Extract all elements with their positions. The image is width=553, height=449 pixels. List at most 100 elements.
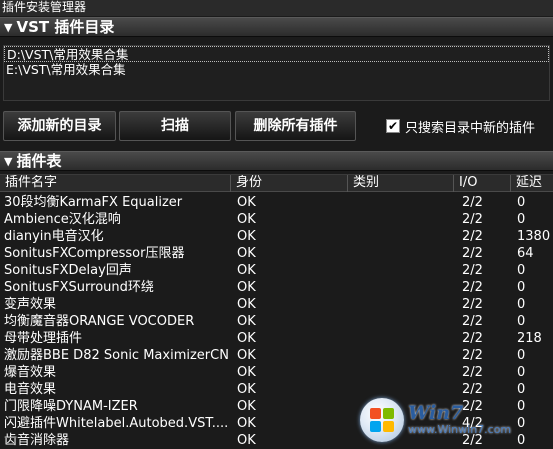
cell-plugin-name: 门限降噪DYNAM-IZER	[4, 399, 138, 414]
cell-plugin-name: SonitusFXCompressor压限器	[4, 246, 185, 261]
table-row[interactable]: 激励器BBE D82 Sonic MaximizerCN OK 2/2 0	[0, 347, 553, 364]
collapse-triangle-icon[interactable]: ▼	[4, 155, 12, 168]
cell-latency: 1380	[517, 229, 551, 244]
table-row[interactable]: dianyin电音汉化 OK 2/2 1380	[0, 228, 553, 245]
cell-status: OK	[237, 416, 256, 431]
column-header-category[interactable]: 类别	[348, 175, 454, 192]
cell-plugin-name: Ambience汉化混响	[4, 212, 121, 227]
cell-io: 2/2	[462, 280, 483, 295]
column-header-latency[interactable]: 延迟	[511, 175, 553, 192]
cell-plugin-name: 变声效果	[4, 297, 57, 312]
cell-category	[348, 330, 454, 347]
cell-category	[348, 279, 454, 296]
cell-latency: 218	[517, 331, 542, 346]
cell-io: 2/2	[462, 314, 483, 329]
cell-latency: 0	[517, 212, 526, 227]
add-directory-button[interactable]: 添加新的目录	[3, 111, 116, 141]
plugin-table-title: 插件表	[16, 152, 62, 170]
vst-directory-section-header[interactable]: ▼ VST 插件目录	[0, 17, 553, 37]
site-watermark: Win7 www.Winwin7.com	[360, 393, 550, 447]
vst-directory-list[interactable]: D:\VST\常用效果合集 E:\VST\常用效果合集	[3, 45, 550, 101]
cell-plugin-name: 爆音效果	[4, 365, 57, 380]
cell-category	[348, 228, 454, 245]
plugin-table-section-header[interactable]: ▼ 插件表	[0, 151, 553, 171]
column-header-name[interactable]: 插件名字	[0, 175, 231, 192]
cell-category	[348, 211, 454, 228]
cell-status: OK	[237, 263, 256, 278]
cell-status: OK	[237, 348, 256, 363]
scan-button[interactable]: 扫描	[119, 111, 231, 141]
cell-category	[348, 313, 454, 330]
cell-plugin-name: 激励器BBE D82 Sonic MaximizerCN	[4, 348, 229, 363]
cell-category	[348, 245, 454, 262]
cell-plugin-name: 均衡魔音器ORANGE VOCODER	[4, 314, 195, 329]
cell-io: 2/2	[462, 365, 483, 380]
cell-plugin-name: dianyin电音汉化	[4, 229, 104, 244]
cell-plugin-name: SonitusFXSurround环绕	[4, 280, 154, 295]
cell-latency: 0	[517, 263, 526, 278]
new-plugins-only-option[interactable]: ✔ 只搜索目录中新的插件	[386, 117, 536, 136]
cell-status: OK	[237, 314, 256, 329]
vst-section-title: VST 插件目录	[16, 18, 115, 36]
column-header-io[interactable]: I/O	[454, 175, 511, 192]
cell-latency: 0	[517, 314, 526, 329]
table-row[interactable]: SonitusFXDelay回声 OK 2/2 0	[0, 262, 553, 279]
column-header-status[interactable]: 身份	[231, 175, 348, 192]
table-row[interactable]: 母带处理插件 OK 2/2 218	[0, 330, 553, 347]
cell-latency: 64	[517, 246, 534, 261]
cell-latency: 0	[517, 280, 526, 295]
cell-plugin-name: 齿音消除器	[4, 433, 70, 448]
watermark-brand: Win7	[408, 402, 464, 424]
cell-status: OK	[237, 433, 256, 448]
table-row[interactable]: SonitusFXSurround环绕 OK 2/2 0	[0, 279, 553, 296]
plugin-table-header: 插件名字 身份 类别 I/O 延迟	[0, 174, 553, 192]
cell-category	[348, 262, 454, 279]
cell-io: 2/2	[462, 297, 483, 312]
cell-io: 2/2	[462, 246, 483, 261]
cell-io: 2/2	[462, 195, 483, 210]
watermark-url: www.Winwin7.com	[408, 423, 512, 436]
cell-status: OK	[237, 212, 256, 227]
cell-plugin-name: 母带处理插件	[4, 331, 83, 346]
cell-io: 2/2	[462, 229, 483, 244]
table-row[interactable]: SonitusFXCompressor压限器 OK 2/2 64	[0, 245, 553, 262]
cell-io: 2/2	[462, 348, 483, 363]
delete-all-plugins-button[interactable]: 删除所有插件	[235, 111, 356, 141]
cell-latency: 0	[517, 297, 526, 312]
table-row[interactable]: 爆音效果 OK 2/2 0	[0, 364, 553, 381]
windows-logo-icon	[360, 398, 404, 442]
window-title: 插件安装管理器	[0, 0, 553, 16]
cell-status: OK	[237, 331, 256, 346]
cell-latency: 0	[517, 348, 526, 363]
new-plugins-only-label: 只搜索目录中新的插件	[405, 120, 536, 136]
new-plugins-only-checkbox[interactable]: ✔	[386, 119, 400, 133]
cell-status: OK	[237, 229, 256, 244]
cell-status: OK	[237, 280, 256, 295]
directory-item[interactable]: E:\VST\常用效果合集	[4, 62, 549, 78]
cell-category	[348, 194, 454, 211]
table-row[interactable]: 30段均衡KarmaFX Equalizer OK 2/2 0	[0, 194, 553, 211]
cell-status: OK	[237, 195, 256, 210]
cell-status: OK	[237, 297, 256, 312]
cell-io: 2/2	[462, 263, 483, 278]
cell-plugin-name: 闪避插件Whitelabel.Autobed.VST....	[4, 416, 229, 431]
cell-status: OK	[237, 399, 256, 414]
table-row[interactable]: 均衡魔音器ORANGE VOCODER OK 2/2 0	[0, 313, 553, 330]
cell-latency: 0	[517, 365, 526, 380]
cell-io: 2/2	[462, 331, 483, 346]
cell-category	[348, 347, 454, 364]
cell-status: OK	[237, 246, 256, 261]
cell-category	[348, 296, 454, 313]
cell-status: OK	[237, 365, 256, 380]
directory-item[interactable]: D:\VST\常用效果合集	[4, 46, 549, 62]
cell-category	[348, 364, 454, 381]
cell-io: 2/2	[462, 212, 483, 227]
cell-plugin-name: 30段均衡KarmaFX Equalizer	[4, 195, 183, 210]
cell-plugin-name: 电音效果	[4, 382, 57, 397]
cell-status: OK	[237, 382, 256, 397]
table-row[interactable]: Ambience汉化混响 OK 2/2 0	[0, 211, 553, 228]
cell-latency: 0	[517, 195, 526, 210]
collapse-triangle-icon[interactable]: ▼	[4, 21, 12, 34]
table-row[interactable]: 变声效果 OK 2/2 0	[0, 296, 553, 313]
cell-plugin-name: SonitusFXDelay回声	[4, 263, 132, 278]
